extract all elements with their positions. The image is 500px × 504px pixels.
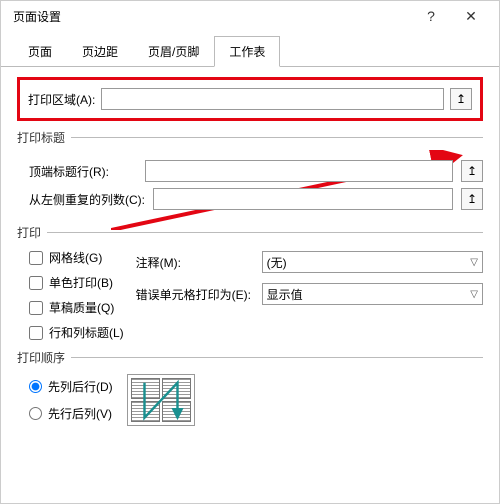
tab-page[interactable]: 页面 — [13, 36, 67, 67]
print-order-legend: 打印顺序 — [17, 349, 71, 366]
titlebar: 页面设置 ? ✕ — [1, 1, 499, 31]
comments-select[interactable]: (无) ▽ — [262, 251, 483, 273]
print-titles-group: 打印标题 顶端标题行(R): ↥ 从左侧重复的列数(C): ↥ — [17, 129, 483, 216]
dialog-body: 打印区域(A): ↥ 打印标题 顶端标题行(R): ↥ 从左侧重复的列数(C):… — [1, 67, 499, 440]
left-cols-ref-button[interactable]: ↥ — [461, 188, 483, 210]
comments-label: 注释(M): — [136, 254, 254, 271]
print-area-label: 打印区域(A): — [28, 91, 95, 108]
over-then-down-radio[interactable]: 先行后列(V) — [29, 405, 113, 422]
print-area-ref-button[interactable]: ↥ — [450, 88, 472, 110]
close-button[interactable]: ✕ — [451, 8, 491, 25]
down-then-over-radio[interactable]: 先列后行(D) — [29, 378, 113, 395]
chevron-down-icon: ▽ — [470, 257, 478, 268]
collapse-icon: ↥ — [467, 192, 477, 206]
errors-label: 错误单元格打印为(E): — [136, 286, 254, 303]
top-rows-label: 顶端标题行(R): — [29, 163, 137, 180]
tab-strip: 页面 页边距 页眉/页脚 工作表 — [1, 35, 499, 67]
print-order-preview-icon — [127, 374, 195, 426]
print-titles-legend: 打印标题 — [17, 129, 71, 146]
errors-select[interactable]: 显示值 ▽ — [262, 283, 483, 305]
tab-sheet[interactable]: 工作表 — [214, 36, 280, 67]
print-options-group: 打印 网格线(G) 单色打印(B) 草稿质量(Q) 行和列标题(L) 注释(M)… — [17, 224, 483, 341]
tab-header-footer[interactable]: 页眉/页脚 — [133, 36, 214, 67]
dialog-title: 页面设置 — [9, 8, 411, 25]
collapse-icon: ↥ — [456, 92, 466, 106]
black-white-checkbox[interactable]: 单色打印(B) — [29, 274, 124, 291]
comments-select-value: (无) — [267, 254, 287, 271]
help-button[interactable]: ? — [411, 8, 451, 24]
row-col-headings-checkbox[interactable]: 行和列标题(L) — [29, 324, 124, 341]
print-options-legend: 打印 — [17, 224, 47, 241]
collapse-icon: ↥ — [467, 164, 477, 178]
page-setup-dialog: 页面设置 ? ✕ 页面 页边距 页眉/页脚 工作表 打印区域(A): ↥ 打印标… — [0, 0, 500, 504]
top-rows-ref-button[interactable]: ↥ — [461, 160, 483, 182]
gridlines-checkbox[interactable]: 网格线(G) — [29, 249, 124, 266]
left-cols-input[interactable] — [153, 188, 453, 210]
print-order-group: 打印顺序 先列后行(D) 先行后列(V) — [17, 349, 483, 426]
left-cols-label: 从左侧重复的列数(C): — [29, 191, 145, 208]
errors-select-value: 显示值 — [267, 286, 303, 303]
chevron-down-icon: ▽ — [470, 289, 478, 300]
top-rows-input[interactable] — [145, 160, 453, 182]
print-area-input[interactable] — [101, 88, 444, 110]
tab-margins[interactable]: 页边距 — [67, 36, 133, 67]
print-area-highlight: 打印区域(A): ↥ — [17, 77, 483, 121]
draft-quality-checkbox[interactable]: 草稿质量(Q) — [29, 299, 124, 316]
